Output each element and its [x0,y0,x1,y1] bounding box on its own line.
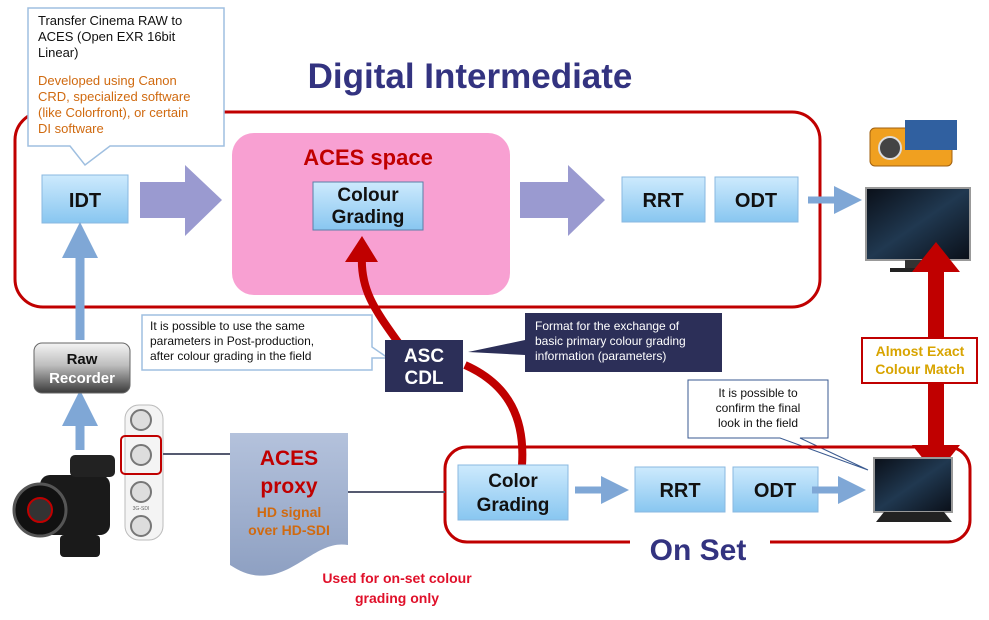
arrow-right-icon [140,165,222,236]
asc-cdl-label: ASC CDL [404,346,444,389]
projector-icon [869,120,957,167]
used-for-note: Used for on-set colour grading only [322,570,472,606]
onset-rrt-label: RRT [659,480,700,502]
format-callout: Format for the exchange of basic primary … [468,313,722,372]
sdi-connector-panel: 3G-SDI [120,404,164,541]
diagram-title: Digital Intermediate [308,57,633,96]
idt-label: IDT [69,190,101,212]
svg-text:3G-SDI: 3G-SDI [133,506,150,512]
svg-text:It is possible to use the same: It is possible to use the same parameters… [150,319,314,363]
svg-text:It is possible toconfirm the f: It is possible to confirm the final look i… [716,386,801,430]
aces-workflow-diagram: Digital Intermediate Transfer Cinema RAW… [12,7,978,606]
rrt-label: RRT [642,190,683,212]
post-production-callout: It is possible to use the same parameters… [141,314,391,371]
idt-callout: Transfer Cinema RAW to ACES (Open EXR 16b… [27,7,225,167]
colour-grading-label: Colour Grading [332,185,405,228]
aces-space-label: ACES space [303,145,433,170]
onset-to-cdl-curve [463,361,527,466]
tv-display-icon [865,187,971,272]
arrow-right-icon [520,165,605,236]
svg-text:Format for the exchange ofbasi: Format for the exchange of basic primary … [535,319,686,363]
on-set-label: On Set [650,534,747,567]
odt-label: ODT [735,190,777,212]
confirm-callout: It is possible to confirm the final look i… [687,379,869,471]
onset-monitor-icon [873,457,953,522]
camera-icon [12,455,115,557]
onset-odt-label: ODT [754,480,796,502]
